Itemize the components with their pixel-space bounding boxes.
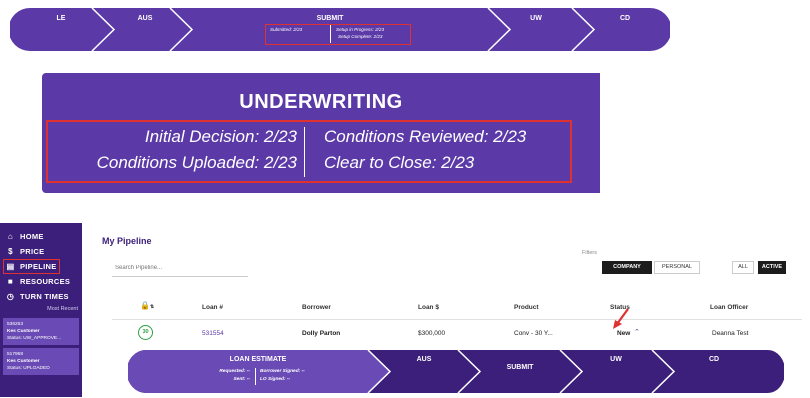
le-divider bbox=[255, 368, 256, 385]
filter-active-button[interactable]: ACTIVE bbox=[758, 261, 786, 274]
loan-number-link[interactable]: 531554 bbox=[202, 330, 224, 337]
underwriting-title: UNDERWRITING bbox=[239, 91, 403, 113]
pipeline-icon: ▤ bbox=[6, 262, 15, 271]
le-lo-signed: LO Signed: -- bbox=[260, 377, 291, 382]
step-uw[interactable]: UW bbox=[596, 356, 636, 363]
column-header-borrower[interactable]: Borrower bbox=[302, 304, 331, 311]
sidebar-item-label: TURN TIMES bbox=[20, 292, 69, 301]
initial-decision-text: Initial Decision: 2/23 bbox=[144, 127, 297, 146]
step-cd[interactable]: CD bbox=[694, 356, 734, 363]
recent-loan-card[interactable]: 536253 Kes Customer Status: UW_APPROVE..… bbox=[3, 318, 79, 345]
annotation-arrow-icon bbox=[613, 308, 629, 329]
sidebar-item-label: PIPELINE bbox=[20, 262, 57, 271]
status-value: New bbox=[617, 330, 631, 337]
column-header-loan-number[interactable]: Loan # bbox=[202, 304, 223, 311]
step-aus[interactable]: AUS bbox=[404, 356, 444, 363]
recent-loan-status: Status: UW_APPROVE... bbox=[7, 336, 62, 341]
column-header-product[interactable]: Product bbox=[514, 304, 539, 311]
step-aus[interactable]: AUS bbox=[125, 15, 165, 22]
sidebar-item-price[interactable]: $ PRICE bbox=[0, 244, 82, 259]
le-requested: Requested: -- bbox=[219, 369, 250, 374]
step-le[interactable]: LE bbox=[46, 15, 76, 22]
recent-loan-number: 536253 bbox=[7, 322, 24, 327]
step-cd[interactable]: CD bbox=[605, 15, 645, 22]
sidebar-item-label: PRICE bbox=[20, 247, 45, 256]
row-progress-tracker: LOAN ESTIMATE Requested: -- Sent: -- Bor… bbox=[126, 349, 786, 394]
submit-divider bbox=[330, 25, 331, 43]
home-icon: ⌂ bbox=[7, 232, 14, 241]
submit-setup-progress: Setup in Progress: 2/23 bbox=[336, 27, 385, 32]
le-sent: Sent: -- bbox=[233, 377, 250, 382]
page-title: My Pipeline bbox=[102, 236, 152, 246]
filter-personal-button[interactable]: PERSONAL bbox=[654, 261, 700, 274]
folder-icon: ■ bbox=[7, 277, 14, 286]
days-badge: 30 bbox=[138, 325, 153, 340]
filter-all-button[interactable]: ALL bbox=[732, 261, 754, 274]
filter-company-button[interactable]: COMPANY bbox=[602, 261, 652, 274]
step-submit[interactable]: SUBMIT bbox=[492, 364, 548, 371]
dollar-icon: $ bbox=[8, 247, 13, 256]
step-submit[interactable]: SUBMIT bbox=[300, 15, 360, 22]
conditions-uploaded-text: Conditions Uploaded: 2/23 bbox=[96, 153, 297, 172]
most-recent-label: Most Recent bbox=[47, 306, 78, 312]
sidebar: ⌂ HOME $ PRICE ▤ PIPELINE ■ RESOURCES ◷ … bbox=[0, 223, 82, 397]
loan-amount: $300,000 bbox=[418, 330, 446, 337]
sidebar-item-label: HOME bbox=[20, 232, 44, 241]
filters-label: Filters bbox=[582, 250, 597, 256]
recent-loan-card[interactable]: 517958 Kes Customer Status: UPLOADED bbox=[3, 348, 79, 375]
submit-submitted: Submitted: 2/23 bbox=[270, 27, 303, 32]
header-divider bbox=[112, 319, 802, 320]
recent-loan-number: 517958 bbox=[7, 352, 24, 357]
top-progress-tracker: LE AUS SUBMIT UW CD Submitted: 2/23 Setu… bbox=[8, 7, 672, 52]
recent-loan-name: Kes Customer bbox=[7, 329, 40, 334]
sidebar-item-home[interactable]: ⌂ HOME bbox=[0, 229, 82, 244]
sidebar-item-label: RESOURCES bbox=[20, 277, 71, 286]
conditions-reviewed-text: Conditions Reviewed: 2/23 bbox=[324, 127, 527, 146]
step-loan-estimate[interactable]: LOAN ESTIMATE bbox=[188, 356, 328, 363]
column-header-loan-amount[interactable]: Loan $ bbox=[418, 304, 439, 311]
product-name: Conv - 30 Y... bbox=[514, 330, 553, 337]
chevron-up-icon[interactable]: ⌃ bbox=[634, 328, 640, 336]
clear-to-close-text: Clear to Close: 2/23 bbox=[324, 153, 475, 172]
sidebar-item-resources[interactable]: ■ RESOURCES bbox=[0, 274, 82, 289]
clock-icon: ◷ bbox=[6, 292, 15, 301]
loan-officer-name: Deanna Test bbox=[712, 330, 749, 337]
table-row[interactable]: 30 531554 Dolly Parton $300,000 Conv - 3… bbox=[112, 321, 802, 345]
underwriting-panel: UNDERWRITING Initial Decision: 2/23 Cond… bbox=[42, 73, 600, 193]
sidebar-item-pipeline[interactable]: ▤ PIPELINE bbox=[3, 259, 60, 274]
pipeline-main: My Pipeline Filters COMPANY PERSONAL ALL… bbox=[82, 223, 810, 397]
lock-icon[interactable]: 🔒⇅ bbox=[140, 301, 154, 310]
sidebar-item-turn-times[interactable]: ◷ TURN TIMES bbox=[0, 289, 82, 304]
recent-loan-name: Kes Customer bbox=[7, 359, 40, 364]
step-uw[interactable]: UW bbox=[516, 15, 556, 22]
le-borrower-signed: Borrower Signed: -- bbox=[260, 369, 305, 374]
submit-setup-complete: Setup Complete: 2/23 bbox=[338, 34, 383, 39]
underwriting-divider bbox=[304, 127, 305, 177]
search-input[interactable] bbox=[112, 259, 248, 277]
recent-loan-status: Status: UPLOADED bbox=[7, 366, 50, 371]
borrower-name: Dolly Parton bbox=[302, 330, 341, 337]
column-header-loan-officer[interactable]: Loan Officer bbox=[710, 304, 748, 311]
